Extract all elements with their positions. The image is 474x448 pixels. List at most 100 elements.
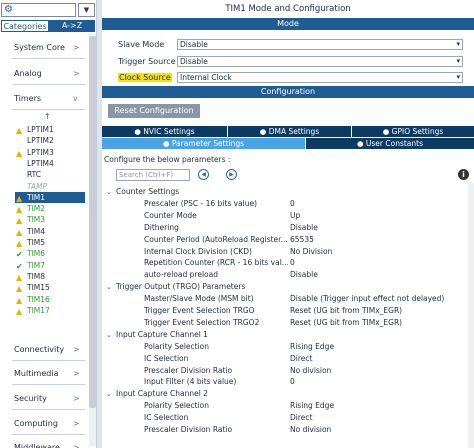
- parameter-row[interactable]: Counter Period (AutoReload Register... 65…: [102, 234, 468, 245]
- peripheral-item-tim1[interactable]: ▲ TIM1: [15, 191, 85, 203]
- peripheral-item-tim16[interactable]: ▲ TIM16: [16, 294, 50, 305]
- slave-mode-select[interactable]: Disable ▾: [177, 39, 463, 50]
- collapse-icon[interactable]: ⌄: [106, 389, 116, 400]
- peripheral-item-lptim1[interactable]: ▲ LPTIM1: [16, 124, 54, 135]
- chevron-icon[interactable]: >: [73, 43, 80, 52]
- scroll-up-icon[interactable]: ↑: [44, 112, 51, 121]
- category-security[interactable]: Security: [14, 394, 47, 403]
- tab-a-to-z[interactable]: A->Z: [49, 20, 95, 32]
- parameter-row[interactable]: Internal Clock Division (CKD) No Division: [102, 246, 468, 257]
- tab-categories[interactable]: Categories: [1, 20, 49, 32]
- parameter-row[interactable]: Trigger Event Selection TRGO2 Reset (UG b…: [102, 317, 468, 328]
- peripheral-label: TIM4: [27, 226, 46, 236]
- parameter-value[interactable]: No division: [290, 365, 331, 376]
- category-system-core[interactable]: System Core: [14, 43, 65, 52]
- parameter-row[interactable]: Trigger Event Selection TRGO Reset (UG bi…: [102, 305, 468, 316]
- peripheral-item-tim8[interactable]: ▲ TIM8: [16, 271, 45, 282]
- category-timers[interactable]: Timers: [14, 94, 41, 103]
- parameter-row[interactable]: auto-reload preload Disable: [102, 269, 468, 280]
- parameter-value[interactable]: Rising Edge: [290, 400, 334, 411]
- chevron-right-icon[interactable]: >: [73, 369, 80, 378]
- parameter-value[interactable]: Disable: [290, 269, 318, 280]
- tree-group[interactable]: ⌄ Input Capture Channel 1: [102, 329, 468, 340]
- peripheral-item-lptim4[interactable]: LPTIM4: [27, 158, 54, 169]
- parameter-row[interactable]: Input Filter (4 bits value) 0: [102, 376, 468, 387]
- chevron-icon[interactable]: v: [73, 94, 78, 103]
- parameter-value[interactable]: Direct: [290, 353, 312, 364]
- parameter-row[interactable]: Polarity Selection Rising Edge: [102, 341, 468, 352]
- peripheral-item-tim4[interactable]: ▲ TIM4: [16, 226, 46, 237]
- parameter-row[interactable]: Prescaler Division Ratio No division: [102, 424, 468, 435]
- category-analog[interactable]: Analog: [14, 69, 42, 78]
- peripheral-item-tim17[interactable]: ▲ TIM17: [16, 305, 50, 316]
- category-search-input[interactable]: ⚙: [1, 3, 76, 17]
- parameter-value[interactable]: 0: [290, 257, 295, 268]
- collapse-icon[interactable]: ⌄: [106, 330, 116, 341]
- parameter-row[interactable]: Prescaler Division Ratio No division: [102, 365, 468, 376]
- category-computing[interactable]: Computing: [14, 419, 58, 428]
- parameter-value[interactable]: Disable (Trigger input effect not delaye…: [290, 293, 444, 304]
- chevron-right-icon[interactable]: >: [73, 443, 80, 448]
- info-icon[interactable]: i: [458, 169, 469, 180]
- chevron-right-icon[interactable]: >: [73, 394, 80, 403]
- settings-tabs-row1: ● NVIC Settings ● DMA Settings ● GPIO Se…: [102, 126, 474, 137]
- parameter-label: IC Selection: [144, 413, 189, 423]
- peripheral-item-rtc[interactable]: RTC: [27, 169, 41, 180]
- parameter-value[interactable]: 0: [290, 198, 295, 209]
- parameter-value[interactable]: Reset (UG bit from TIMx_EGR): [290, 305, 402, 316]
- left-scrollbar-thumb[interactable]: [89, 36, 96, 408]
- peripheral-item-lptim3[interactable]: ▲ LPTIM3: [16, 147, 54, 158]
- peripheral-item-tamp[interactable]: TAMP: [27, 181, 47, 192]
- parameter-search-input[interactable]: Search (Ctrl+F): [116, 169, 190, 181]
- tree-group[interactable]: ⌄ Trigger Output (TRGO) Parameters: [102, 281, 468, 292]
- tree-group[interactable]: ⌄ Counter Settings: [102, 186, 468, 197]
- parameter-value[interactable]: No division: [290, 424, 331, 435]
- parameter-value[interactable]: No Division: [290, 246, 332, 257]
- trigger-source-select[interactable]: Disable ▾: [177, 56, 463, 67]
- right-scrollbar[interactable]: [468, 183, 474, 448]
- tab-parameter-settings[interactable]: ● Parameter Settings: [102, 138, 306, 149]
- parameter-row[interactable]: IC Selection Direct: [102, 412, 468, 423]
- tab-gpio-settings[interactable]: ● GPIO Settings: [352, 126, 474, 137]
- peripheral-item-tim7[interactable]: ✔ TIM7: [16, 260, 45, 271]
- parameter-value[interactable]: Direct: [290, 412, 312, 423]
- parameter-value[interactable]: 0: [290, 376, 295, 387]
- peripheral-item-tim5[interactable]: ▲ TIM5: [16, 237, 45, 248]
- peripheral-item-tim15[interactable]: ▲ TIM15: [16, 282, 50, 293]
- tree-group[interactable]: ⌄ Input Capture Channel 2: [102, 388, 468, 399]
- chevron-right-icon[interactable]: >: [73, 419, 80, 428]
- parameter-value[interactable]: Up: [290, 210, 300, 221]
- parameter-row[interactable]: Dithering Disable: [102, 222, 468, 233]
- parameter-row[interactable]: Polarity Selection Rising Edge: [102, 400, 468, 411]
- peripheral-item-tim6[interactable]: ✔ TIM6: [16, 248, 45, 259]
- clock-source-select[interactable]: Internal Clock ▾: [177, 72, 463, 83]
- peripheral-item-lptim2[interactable]: LPTIM2: [27, 135, 54, 146]
- reset-configuration-button[interactable]: Reset Configuration: [108, 104, 200, 118]
- category-multimedia[interactable]: Multimedia: [14, 369, 58, 378]
- search-dropdown-button[interactable]: ▼: [78, 3, 95, 17]
- tab-user-constants[interactable]: ● User Constants: [306, 138, 474, 149]
- gear-icon[interactable]: ⚙: [4, 4, 13, 15]
- collapse-icon[interactable]: ⌄: [106, 282, 116, 293]
- parameter-value[interactable]: Rising Edge: [290, 341, 334, 352]
- parameter-value[interactable]: Reset (UG bit from TIMx_EGR): [290, 317, 402, 328]
- parameter-row[interactable]: Counter Mode Up: [102, 210, 468, 221]
- parameter-value[interactable]: 65535: [290, 234, 314, 245]
- tab-nvic-settings[interactable]: ● NVIC Settings: [102, 126, 228, 137]
- parameter-row[interactable]: Prescaler (PSC - 16 bits value) 0: [102, 198, 468, 209]
- search-next-icon[interactable]: ▶: [226, 169, 237, 180]
- parameter-row[interactable]: IC Selection Direct: [102, 353, 468, 364]
- category-middleware[interactable]: Middleware: [14, 443, 60, 448]
- category-connectivity[interactable]: Connectivity: [14, 345, 64, 354]
- search-prev-icon[interactable]: ◀: [198, 169, 209, 180]
- peripheral-item-tim2[interactable]: ▲ TIM2: [16, 203, 45, 214]
- parameter-row[interactable]: Repetition Counter (RCR - 16 bits val...…: [102, 257, 468, 268]
- parameter-row[interactable]: Master/Slave Mode (MSM bit) Disable (Trig…: [102, 293, 468, 304]
- chevron-right-icon[interactable]: >: [73, 345, 80, 354]
- tab-dma-settings[interactable]: ● DMA Settings: [228, 126, 352, 137]
- peripheral-item-tim3[interactable]: ▲ TIM3: [16, 214, 45, 225]
- chevron-icon[interactable]: >: [73, 69, 80, 78]
- parameter-value[interactable]: Disable: [290, 222, 318, 233]
- collapse-icon[interactable]: ⌄: [106, 187, 116, 198]
- left-tabs: Categories A->Z: [1, 20, 95, 32]
